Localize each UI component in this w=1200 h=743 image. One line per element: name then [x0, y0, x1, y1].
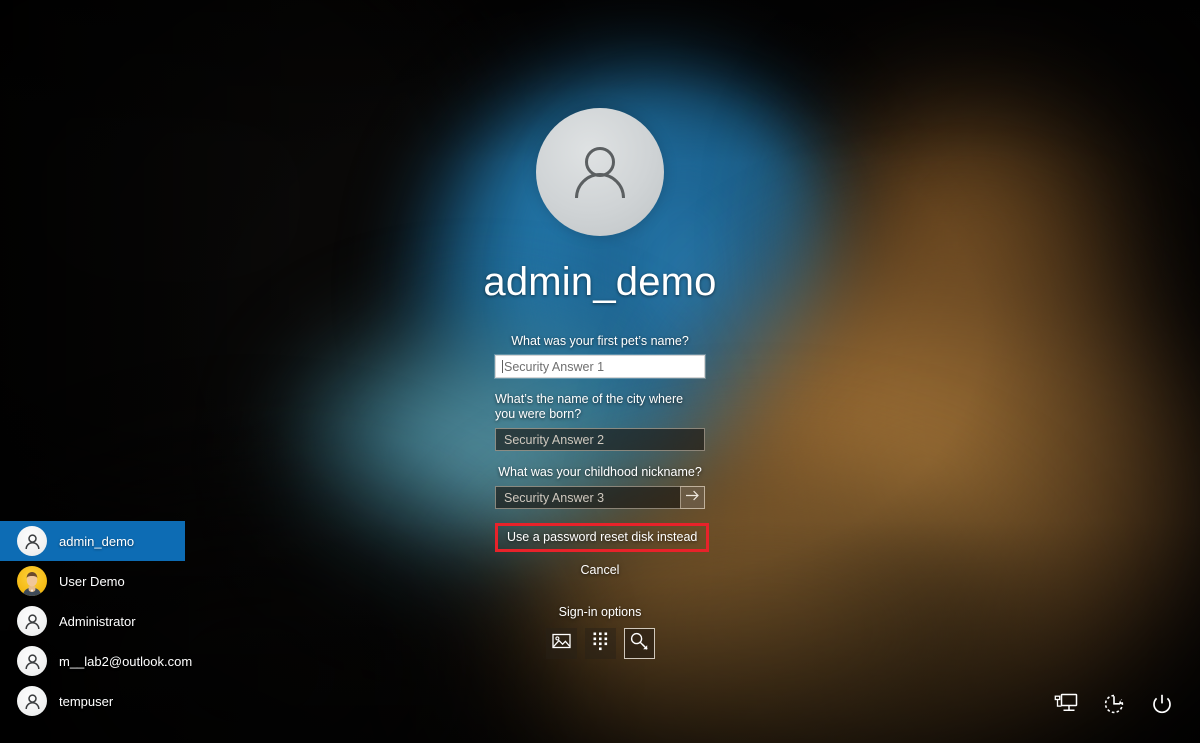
text-caret	[502, 360, 503, 373]
security-question-3-label: What was your childhood nickname?	[498, 465, 702, 479]
pin-option[interactable]	[584, 628, 616, 659]
use-password-reset-disk-link[interactable]: Use a password reset disk instead	[507, 530, 697, 544]
ease-of-access-button[interactable]	[1099, 691, 1129, 721]
cancel-link-row: Cancel	[495, 561, 705, 579]
security-answer-2-placeholder: Security Answer 2	[504, 432, 605, 447]
user-list-item-label: admin_demo	[59, 533, 135, 549]
avatar	[17, 526, 47, 556]
ease-of-access-icon	[1103, 693, 1125, 720]
security-answer-1-placeholder: Security Answer 1	[504, 359, 605, 374]
cancel-button[interactable]: Cancel	[581, 563, 620, 577]
picture-password-icon	[551, 633, 571, 654]
user-list-item-label: tempuser	[59, 693, 114, 709]
signin-options: Sign-in options	[495, 605, 705, 659]
signin-options-label: Sign-in options	[558, 605, 642, 619]
user-list-item-label: Administrator	[59, 613, 136, 629]
pin-keypad-icon	[593, 632, 608, 656]
user-list-item-administrator[interactable]: Administrator	[0, 601, 230, 641]
arrow-right-icon	[685, 489, 700, 507]
user-list-item-user-demo[interactable]: User Demo	[0, 561, 230, 601]
picture-password-option[interactable]	[545, 628, 577, 659]
power-icon	[1151, 693, 1173, 720]
security-answer-2-input[interactable]: Security Answer 2	[495, 428, 705, 451]
user-avatar-icon	[563, 135, 637, 209]
network-icon	[1054, 693, 1078, 719]
user-list-item-tempuser[interactable]: tempuser	[0, 681, 230, 721]
security-question-1-label: What was your first pet’s name?	[511, 334, 689, 348]
security-answer-3-placeholder: Security Answer 3	[504, 490, 605, 505]
security-question-2-label: What’s the name of the city where you we…	[495, 392, 684, 421]
signin-options-buttons	[495, 628, 705, 659]
security-questions-form: What was your first pet’s name? Security…	[495, 334, 710, 659]
system-tray	[1051, 691, 1177, 721]
lock-screen: admin_demo What was your first pet’s nam…	[0, 0, 1200, 743]
user-list-item-admin-demo[interactable]: admin_demo	[0, 521, 185, 561]
highlight-box: Use a password reset disk instead	[495, 523, 710, 552]
power-button[interactable]	[1147, 691, 1177, 721]
security-answer-1-input[interactable]: Security Answer 1	[495, 355, 705, 378]
user-list-item-mlab2[interactable]: m__lab2@outlook.com	[0, 641, 230, 681]
security-answer-3-input[interactable]: Security Answer 3	[495, 486, 705, 509]
avatar	[17, 566, 47, 596]
user-list: admin_demo User Demo Administrator m__la…	[0, 521, 230, 721]
submit-button[interactable]	[680, 486, 705, 509]
page-title: admin_demo	[483, 260, 717, 304]
password-option[interactable]	[623, 628, 655, 659]
avatar	[17, 686, 47, 716]
avatar	[536, 108, 664, 236]
key-password-icon	[630, 632, 649, 656]
user-list-item-label: m__lab2@outlook.com	[59, 653, 193, 669]
reset-disk-link-row: Use a password reset disk instead	[495, 523, 710, 552]
network-button[interactable]	[1051, 691, 1081, 721]
avatar	[17, 646, 47, 676]
avatar	[17, 606, 47, 636]
user-list-item-label: User Demo	[59, 573, 125, 589]
